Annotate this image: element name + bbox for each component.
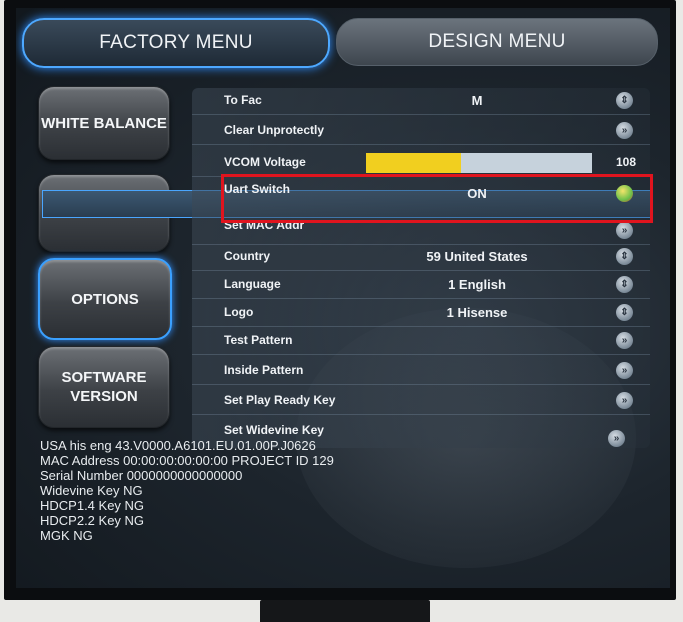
- option-label: Clear Unprotectly: [224, 123, 325, 137]
- uart-switch-highlight-box: [221, 174, 653, 223]
- vcom-slider-fill: [366, 153, 461, 173]
- option-label: VCOM Voltage: [224, 155, 306, 169]
- option-logo[interactable]: Logo 1 Hisense ⇕: [192, 300, 650, 327]
- vcom-slider[interactable]: [366, 153, 592, 173]
- tab-factory-menu[interactable]: FACTORY MENU: [22, 18, 330, 68]
- option-label: Country: [224, 249, 270, 263]
- photo-frame: FACTORY MENU DESIGN MENU WHITE BALANCE C…: [0, 0, 683, 622]
- sidebar-label: WHITE BALANCE: [41, 114, 167, 132]
- sidebar-label: OPTIONS: [71, 290, 139, 308]
- arrow-circle-icon[interactable]: ⇕: [616, 248, 633, 265]
- option-clear-unprotectly[interactable]: Clear Unprotectly »: [192, 118, 650, 145]
- tv-bezel: FACTORY MENU DESIGN MENU WHITE BALANCE C…: [4, 0, 676, 600]
- sidebar-item-options[interactable]: OPTIONS: [38, 258, 172, 340]
- info-line: USA his eng 43.V0000.A6101.EU.01.00P.J06…: [40, 438, 316, 453]
- arrow-circle-icon[interactable]: ⇕: [616, 276, 633, 293]
- sidebar-label: SOFTWARE: [61, 369, 147, 386]
- option-label: Inside Pattern: [224, 363, 304, 377]
- software-info-text: USA his eng 43.V0000.A6101.EU.01.00P.J06…: [40, 438, 334, 543]
- option-label: Language: [224, 277, 281, 291]
- options-panel: To Fac M ⇕ Clear Unprotectly » VCOM Volt…: [192, 88, 650, 448]
- sidebar-label: VERSION: [70, 388, 138, 405]
- option-value: 59 United States: [426, 249, 528, 264]
- info-line: HDCP2.2 Key NG: [40, 513, 145, 528]
- arrow-circle-icon[interactable]: »: [616, 332, 633, 349]
- option-label: Set Play Ready Key: [224, 393, 336, 407]
- option-value: M: [471, 93, 483, 108]
- option-vcom-voltage[interactable]: VCOM Voltage 108: [192, 150, 650, 177]
- option-language[interactable]: Language 1 English ⇕: [192, 272, 650, 299]
- option-value: 1 English: [448, 277, 506, 292]
- info-line: MAC Address 00:00:00:00:00:00 PROJECT ID…: [40, 453, 334, 468]
- option-value: 1 Hisense: [446, 305, 508, 320]
- tab-design-menu[interactable]: DESIGN MENU: [336, 18, 658, 66]
- info-line: Serial Number 0000000000000000: [40, 468, 243, 483]
- arrow-circle-icon[interactable]: ⇕: [616, 304, 633, 321]
- arrow-circle-icon[interactable]: »: [616, 222, 633, 239]
- option-inside-pattern[interactable]: Inside Pattern »: [192, 358, 650, 385]
- tv-stand: [260, 600, 430, 622]
- info-line: HDCP1.4 Key NG: [40, 498, 145, 513]
- info-line: Widevine Key NG: [40, 483, 143, 498]
- sidebar-item-white-balance[interactable]: WHITE BALANCE: [38, 86, 170, 160]
- option-to-fac[interactable]: To Fac M ⇕: [192, 88, 650, 115]
- arrow-circle-icon[interactable]: »: [616, 122, 633, 139]
- option-test-pattern[interactable]: Test Pattern »: [192, 328, 650, 355]
- arrow-circle-icon[interactable]: »: [616, 362, 633, 379]
- option-label: Test Pattern: [224, 333, 293, 347]
- sidebar-item-software-version[interactable]: SOFTWARE VERSION: [38, 346, 170, 428]
- option-label: Set Widevine Key: [224, 423, 324, 437]
- info-line: MGK NG: [40, 528, 93, 543]
- arrow-circle-icon[interactable]: »: [616, 392, 633, 409]
- arrow-circle-icon[interactable]: »: [608, 430, 625, 447]
- option-label: Logo: [224, 305, 254, 319]
- vcom-value: 108: [616, 155, 637, 169]
- option-set-play-ready-key[interactable]: Set Play Ready Key »: [192, 388, 650, 415]
- arrow-circle-icon[interactable]: ⇕: [616, 92, 633, 109]
- option-label: To Fac: [224, 93, 262, 107]
- tv-screen: FACTORY MENU DESIGN MENU WHITE BALANCE C…: [16, 8, 670, 588]
- option-country[interactable]: Country 59 United States ⇕: [192, 244, 650, 271]
